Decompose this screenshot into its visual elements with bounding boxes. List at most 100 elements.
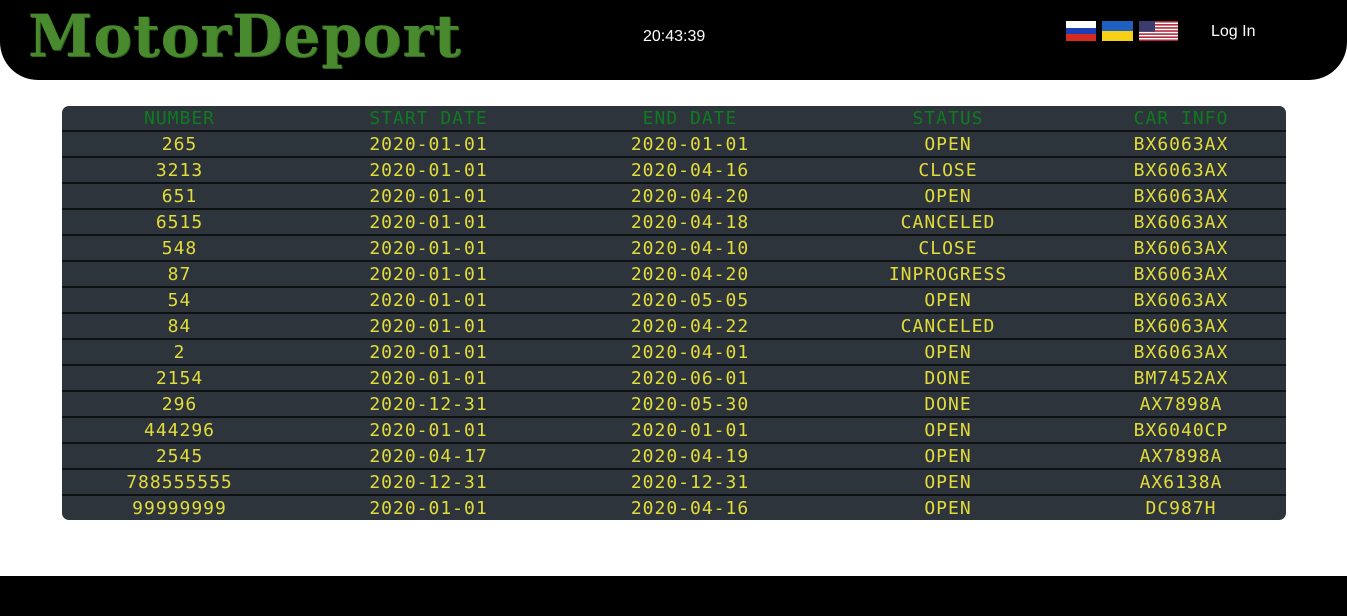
cell-status: OPEN <box>820 183 1076 210</box>
table-row[interactable]: 2154 2020-01-01 2020-06-01 DONE BM7452AX <box>62 365 1286 392</box>
cell-number: 2 <box>62 339 297 366</box>
cell-number: 3213 <box>62 157 297 184</box>
cell-status: OPEN <box>924 497 972 519</box>
cell-number: 87 <box>62 261 297 288</box>
cell-status: CANCELED <box>820 209 1076 236</box>
cell-status: OPEN <box>820 339 1076 366</box>
table-row[interactable]: 548 2020-01-01 2020-04-10 CLOSE BX6063AX <box>62 235 1286 262</box>
cell-start-date: 2020-01-01 <box>297 339 560 366</box>
cell-end-date: 2020-05-30 <box>560 391 820 418</box>
login-link[interactable]: Log In <box>1211 23 1255 41</box>
table-row[interactable]: 3213 2020-01-01 2020-04-16 CLOSE BX6063AX <box>62 157 1286 184</box>
cell-number: 788555555 <box>62 469 297 496</box>
cell-number: 444296 <box>62 417 297 444</box>
footer <box>0 576 1347 616</box>
cell-car-info: BX6063AX <box>1076 339 1286 366</box>
logo[interactable]: MotorDeport <box>28 4 462 68</box>
cell-start-date: 2020-01-01 <box>297 261 560 288</box>
cell-start-date: 2020-01-01 <box>297 183 560 210</box>
cell-start-date: 2020-01-01 <box>297 157 560 184</box>
ukraine-flag-icon[interactable] <box>1102 21 1133 41</box>
cell-number: 54 <box>62 287 297 314</box>
cell-end-date: 2020-04-01 <box>560 339 820 366</box>
cell-car-info: BX6063AX <box>1076 131 1286 158</box>
cell-car-info: DC987H <box>1145 497 1217 519</box>
cell-car-info: BX6063AX <box>1076 313 1286 340</box>
cell-number: 296 <box>62 391 297 418</box>
cell-status: CLOSE <box>820 235 1076 262</box>
cell-status: OPEN <box>820 417 1076 444</box>
table-header-row: NUMBER START DATE END DATE STATUS CAR IN… <box>62 106 1286 132</box>
table-row[interactable]: 99999999 2020-01-01 2020-04-16 OPEN DC987H <box>62 495 1286 520</box>
cell-status: INPROGRESS <box>820 261 1076 288</box>
cell-end-date: 2020-04-18 <box>560 209 820 236</box>
cell-number: 99999999 <box>132 497 227 519</box>
table-row[interactable]: 6515 2020-01-01 2020-04-18 CANCELED BX6063AX <box>62 209 1286 236</box>
cell-start-date: 2020-01-01 <box>297 131 560 158</box>
orders-table: NUMBER START DATE END DATE STATUS CAR IN… <box>62 106 1286 520</box>
cell-car-info: BX6063AX <box>1076 261 1286 288</box>
cell-start-date: 2020-01-01 <box>297 287 560 314</box>
table-body: 265 2020-01-01 2020-01-01 OPEN BX6063AX 3213 2… <box>62 131 1286 520</box>
language-selector <box>1066 21 1178 41</box>
cell-status: OPEN <box>820 443 1076 470</box>
cell-number: 2154 <box>62 365 297 392</box>
top-header: MotorDeport 20:43:39 Log In <box>0 0 1347 80</box>
column-header-car-info[interactable]: CAR INFO <box>1076 106 1286 132</box>
column-header-number[interactable]: NUMBER <box>62 106 297 132</box>
table-row[interactable]: 54 2020-01-01 2020-05-05 OPEN BX6063AX <box>62 287 1286 314</box>
cell-number: 6515 <box>62 209 297 236</box>
cell-status: OPEN <box>820 469 1076 496</box>
table-row[interactable]: 788555555 2020-12-31 2020-12-31 OPEN AX6138A <box>62 469 1286 496</box>
cell-end-date: 2020-06-01 <box>560 365 820 392</box>
cell-car-info: BX6063AX <box>1076 209 1286 236</box>
cell-car-info: AX7898A <box>1076 443 1286 470</box>
cell-status: DONE <box>820 365 1076 392</box>
cell-end-date: 2020-04-16 <box>560 157 820 184</box>
cell-start-date: 2020-01-01 <box>297 235 560 262</box>
cell-start-date: 2020-01-01 <box>297 365 560 392</box>
clock: 20:43:39 <box>643 28 706 45</box>
cell-car-info: AX6138A <box>1076 469 1286 496</box>
cell-end-date: 2020-04-16 <box>630 497 750 519</box>
cell-car-info: BX6063AX <box>1076 183 1286 210</box>
table-row[interactable]: 84 2020-01-01 2020-04-22 CANCELED BX6063AX <box>62 313 1286 340</box>
cell-number: 265 <box>62 131 297 158</box>
cell-number: 84 <box>62 313 297 340</box>
russia-flag-icon[interactable] <box>1066 21 1096 41</box>
cell-status: DONE <box>820 391 1076 418</box>
cell-car-info: BX6063AX <box>1076 287 1286 314</box>
cell-number: 651 <box>62 183 297 210</box>
cell-start-date: 2020-01-01 <box>297 417 560 444</box>
cell-end-date: 2020-04-20 <box>560 261 820 288</box>
column-header-start-date[interactable]: START DATE <box>297 106 560 132</box>
cell-end-date: 2020-04-10 <box>560 235 820 262</box>
cell-start-date: 2020-04-17 <box>297 443 560 470</box>
orders-table-container: NUMBER START DATE END DATE STATUS CAR IN… <box>62 106 1286 520</box>
cell-start-date: 2020-01-01 <box>297 209 560 236</box>
cell-status: OPEN <box>820 287 1076 314</box>
table-row[interactable]: 444296 2020-01-01 2020-01-01 OPEN BX6040CP <box>62 417 1286 444</box>
table-row[interactable]: 2 2020-01-01 2020-04-01 OPEN BX6063AX <box>62 339 1286 366</box>
table-row[interactable]: 296 2020-12-31 2020-05-30 DONE AX7898A <box>62 391 1286 418</box>
cell-end-date: 2020-01-01 <box>560 417 820 444</box>
table-row[interactable]: 265 2020-01-01 2020-01-01 OPEN BX6063AX <box>62 131 1286 158</box>
cell-end-date: 2020-04-20 <box>560 183 820 210</box>
table-row[interactable]: 87 2020-01-01 2020-04-20 INPROGRESS BX6063AX <box>62 261 1286 288</box>
table-row[interactable]: 2545 2020-04-17 2020-04-19 OPEN AX7898A <box>62 443 1286 470</box>
cell-start-date: 2020-12-31 <box>297 391 560 418</box>
cell-start-date: 2020-01-01 <box>297 313 560 340</box>
column-header-end-date[interactable]: END DATE <box>560 106 820 132</box>
column-header-status[interactable]: STATUS <box>820 106 1076 132</box>
usa-flag-icon[interactable] <box>1139 21 1178 41</box>
table-row[interactable]: 651 2020-01-01 2020-04-20 OPEN BX6063AX <box>62 183 1286 210</box>
cell-number: 2545 <box>62 443 297 470</box>
cell-end-date: 2020-04-19 <box>560 443 820 470</box>
cell-start-date: 2020-12-31 <box>297 469 560 496</box>
cell-car-info: BX6063AX <box>1076 235 1286 262</box>
cell-car-info: BX6040CP <box>1076 417 1286 444</box>
cell-car-info: BM7452AX <box>1076 365 1286 392</box>
cell-end-date: 2020-05-05 <box>560 287 820 314</box>
cell-car-info: BX6063AX <box>1076 157 1286 184</box>
cell-car-info: AX7898A <box>1076 391 1286 418</box>
